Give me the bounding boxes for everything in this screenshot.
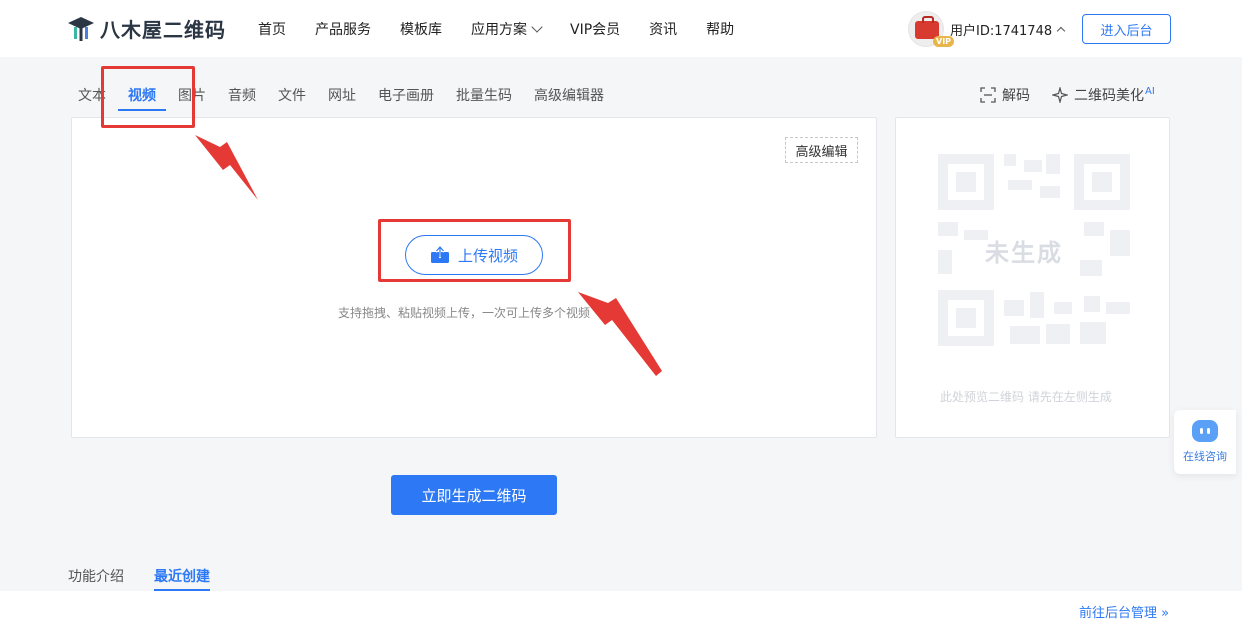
tab-file[interactable]: 文件 <box>278 85 306 111</box>
nav-home[interactable]: 首页 <box>258 19 286 39</box>
vip-badge: VIP <box>933 36 955 47</box>
beautify-text: 二维码美化 <box>1074 88 1144 104</box>
generate-qr-button[interactable]: 立即生成二维码 <box>391 475 557 515</box>
preview-note: 此处预览二维码 请先在左侧生成 <box>940 390 1112 404</box>
tab-audio[interactable]: 音频 <box>228 85 256 111</box>
nav-news[interactable]: 资讯 <box>649 19 677 39</box>
qr-placeholder-label: 未生成 <box>985 239 1063 267</box>
bottom-panel <box>0 591 1242 619</box>
scan-icon <box>980 87 996 103</box>
nav-solutions[interactable]: 应用方案 <box>471 19 543 39</box>
annotation-box-video-tab <box>101 66 195 128</box>
chevron-down-icon <box>531 20 543 33</box>
user-menu[interactable]: VIP 用户ID:1741748 <box>908 11 1066 47</box>
consult-label: 在线咨询 <box>1183 450 1227 463</box>
top-header: 八木屋二维码 首页 产品服务 模板库 应用方案 VIP会员 资讯 帮助 VIP … <box>0 0 1242 57</box>
chevron-up-icon <box>1056 26 1066 35</box>
bottom-tabs: 功能介绍 最近创建 <box>68 566 210 591</box>
chat-bot-icon <box>1192 420 1218 442</box>
nav-solutions-label: 应用方案 <box>471 22 527 38</box>
advanced-edit-button[interactable]: 高级编辑 <box>785 137 858 163</box>
nav-help[interactable]: 帮助 <box>706 19 734 39</box>
upload-hint: 支持拖拽、粘贴视频上传，一次可上传多个视频 <box>338 306 591 320</box>
logo-text: 八木屋二维码 <box>100 18 226 42</box>
ai-tag: AI <box>1145 86 1155 98</box>
annotation-box-upload <box>378 219 571 282</box>
toolbar-right: 解码 二维码美化AI <box>980 85 1155 105</box>
user-id-text: 用户ID:1741748 <box>950 23 1053 39</box>
tab-features[interactable]: 功能介绍 <box>68 566 124 591</box>
site-logo[interactable]: 八木屋二维码 <box>66 14 226 43</box>
decode-button[interactable]: 解码 <box>980 85 1030 105</box>
tab-ebook[interactable]: 电子画册 <box>378 85 434 111</box>
nav-templates[interactable]: 模板库 <box>400 19 442 39</box>
beautify-button[interactable]: 二维码美化AI <box>1052 85 1155 105</box>
user-id-label[interactable]: 用户ID:1741748 <box>950 20 1066 39</box>
main-nav: 首页 产品服务 模板库 应用方案 VIP会员 资讯 帮助 <box>258 19 763 39</box>
avatar[interactable]: VIP <box>908 11 955 47</box>
nav-vip[interactable]: VIP会员 <box>570 19 620 39</box>
logo-icon <box>68 16 94 41</box>
sparkle-icon <box>1052 87 1068 103</box>
enter-dashboard-button[interactable]: 进入后台 <box>1082 14 1171 44</box>
tab-batch[interactable]: 批量生码 <box>456 85 512 111</box>
manage-link[interactable]: 前往后台管理 » <box>1079 602 1169 619</box>
tab-url[interactable]: 网址 <box>328 85 356 111</box>
tab-advanced-editor[interactable]: 高级编辑器 <box>534 85 604 111</box>
tab-recent[interactable]: 最近创建 <box>154 566 210 591</box>
online-consult-widget[interactable]: 在线咨询 <box>1174 410 1236 474</box>
beautify-label: 二维码美化AI <box>1074 85 1155 105</box>
nav-products[interactable]: 产品服务 <box>315 19 371 39</box>
decode-label: 解码 <box>1002 88 1030 104</box>
